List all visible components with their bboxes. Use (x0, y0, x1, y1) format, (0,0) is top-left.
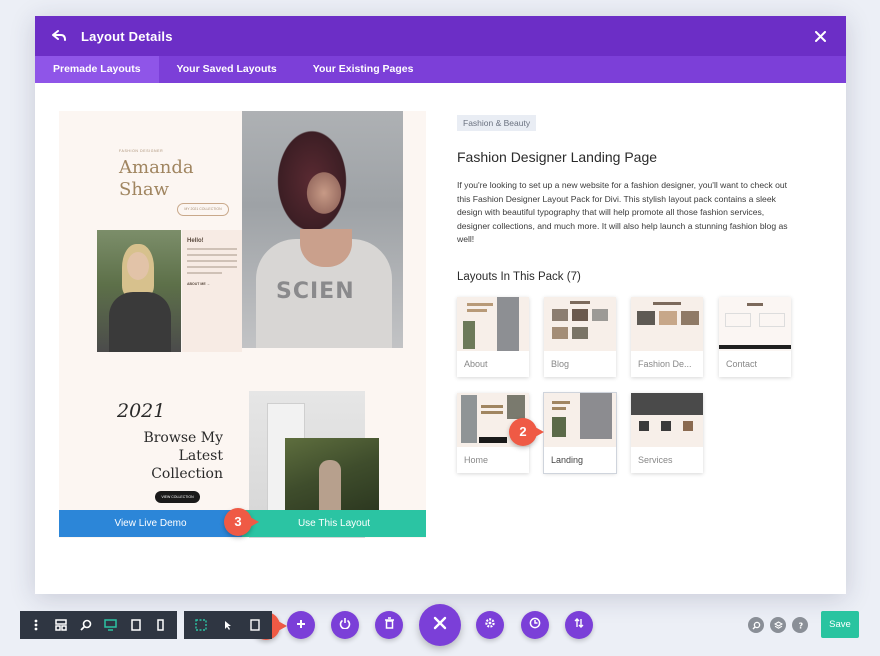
add-layout-button[interactable] (287, 611, 315, 639)
text-line (187, 260, 237, 262)
thumb-label: Landing (551, 455, 584, 465)
gear-icon (484, 616, 496, 634)
layout-thumb-contact[interactable]: Contact (719, 297, 791, 377)
portrait-top (109, 292, 171, 352)
zoom-icon[interactable] (74, 611, 99, 639)
power-icon (339, 616, 351, 634)
layout-thumb-fashion-designer[interactable]: Fashion De... (631, 297, 703, 377)
preview-small-label: FASHION DESIGNER (119, 149, 164, 153)
modal-title: Layout Details (81, 28, 173, 44)
select-icon[interactable] (188, 611, 215, 639)
click-mode-icon[interactable] (215, 611, 242, 639)
preview-name: Amanda Shaw (119, 157, 194, 201)
close-icon[interactable] (810, 26, 830, 46)
modal-header: Layout Details (35, 16, 846, 56)
preview-browse: Browse My Latest Collection (143, 430, 223, 482)
layout-thumb-blog[interactable]: Blog (544, 297, 616, 377)
tab-existing-pages[interactable]: Your Existing Pages (295, 56, 432, 83)
thumb-label: About (464, 359, 488, 369)
thumb-label: Blog (551, 359, 570, 369)
clock-icon (529, 616, 541, 634)
phone-view-icon[interactable] (148, 611, 173, 639)
preview-hello: Hello! (187, 238, 204, 244)
preview-year: 2021 (117, 400, 166, 422)
desktop-view-icon[interactable] (98, 611, 123, 639)
layout-description: If you're looking to set up a new websit… (457, 180, 788, 244)
use-this-layout-button[interactable]: Use This Layout (242, 510, 426, 537)
badge-number: 2 (519, 424, 527, 439)
modal-tabs: Premade Layouts Your Saved Layouts Your … (35, 56, 846, 83)
preview-name-line2: Shaw (119, 179, 170, 200)
step-badge-2: 2 (509, 418, 544, 446)
step-badge-3: 3 (224, 508, 259, 536)
back-arrow-icon[interactable] (49, 26, 69, 46)
preview-collection-photo-small (285, 438, 379, 511)
thumb-image (457, 297, 529, 351)
wireframe-icon[interactable] (49, 611, 74, 639)
layout-details-modal: Layout Details Premade Layouts Your Save… (35, 16, 846, 594)
preview-portrait-photo (97, 230, 181, 352)
thumb-image (544, 297, 616, 351)
tab-saved-layouts[interactable]: Your Saved Layouts (159, 56, 295, 83)
photo-figure (319, 460, 341, 510)
badge-number: 3 (234, 514, 242, 529)
sort-button[interactable] (565, 611, 593, 639)
page-settings-toolbar (20, 611, 177, 639)
text-line (187, 248, 237, 250)
trash-icon (384, 616, 395, 634)
layout-thumb-landing[interactable]: Landing (543, 392, 617, 474)
help-icon[interactable]: ? (792, 617, 808, 633)
view-live-demo-button[interactable]: View Live Demo (59, 510, 242, 537)
thumb-image (544, 393, 616, 447)
tablet-view-icon[interactable] (123, 611, 148, 639)
layers-icon[interactable] (770, 617, 786, 633)
pack-heading: Layouts In This Pack (7) (457, 271, 581, 283)
close-settings-button[interactable] (419, 604, 461, 646)
search-icon[interactable] (748, 617, 764, 633)
save-button[interactable]: Save (821, 611, 859, 638)
thumb-image (631, 393, 703, 447)
thumb-image (631, 297, 703, 351)
layout-preview[interactable]: FASHION DESIGNER Amanda Shaw MY 2021 COL… (59, 111, 426, 538)
grid-icon[interactable] (241, 611, 268, 639)
preview-hello-card: Hello! ABOUT ME → (182, 230, 242, 352)
thumb-image (719, 297, 791, 351)
text-line (187, 254, 237, 256)
page-settings-button[interactable] (476, 611, 504, 639)
layout-thumb-about[interactable]: About (457, 297, 529, 377)
tab-premade-layouts[interactable]: Premade Layouts (35, 56, 159, 83)
preview-about-me: ABOUT ME → (187, 282, 211, 286)
sort-arrows-icon (573, 616, 585, 634)
preview-name-line1: Amanda (119, 157, 194, 178)
thumb-label: Contact (726, 359, 758, 369)
portability-button[interactable] (331, 611, 359, 639)
category-tag[interactable]: Fashion & Beauty (457, 115, 537, 131)
thumb-label: Services (638, 455, 673, 465)
history-button[interactable] (521, 611, 549, 639)
layout-thumb-services[interactable]: Services (631, 393, 703, 473)
close-icon (433, 616, 447, 635)
preview-view-collection: VIEW COLLECTION (155, 491, 200, 503)
text-line (187, 272, 222, 274)
preview-pill: MY 2021 COLLECTION (177, 203, 229, 216)
more-options-icon[interactable] (24, 611, 49, 639)
hero-shirt-print: SCIEN (276, 279, 355, 304)
portrait-face (127, 252, 149, 280)
plus-icon (296, 616, 306, 634)
clear-layout-button[interactable] (375, 611, 403, 639)
svg-text:?: ? (798, 621, 803, 630)
preview-hero-photo: SCIEN (242, 111, 403, 348)
selection-toolbar (184, 611, 272, 639)
layout-title: Fashion Designer Landing Page (457, 149, 658, 165)
thumb-label: Home (464, 455, 489, 465)
thumb-label: Fashion De... (638, 359, 692, 369)
text-line (187, 266, 237, 268)
